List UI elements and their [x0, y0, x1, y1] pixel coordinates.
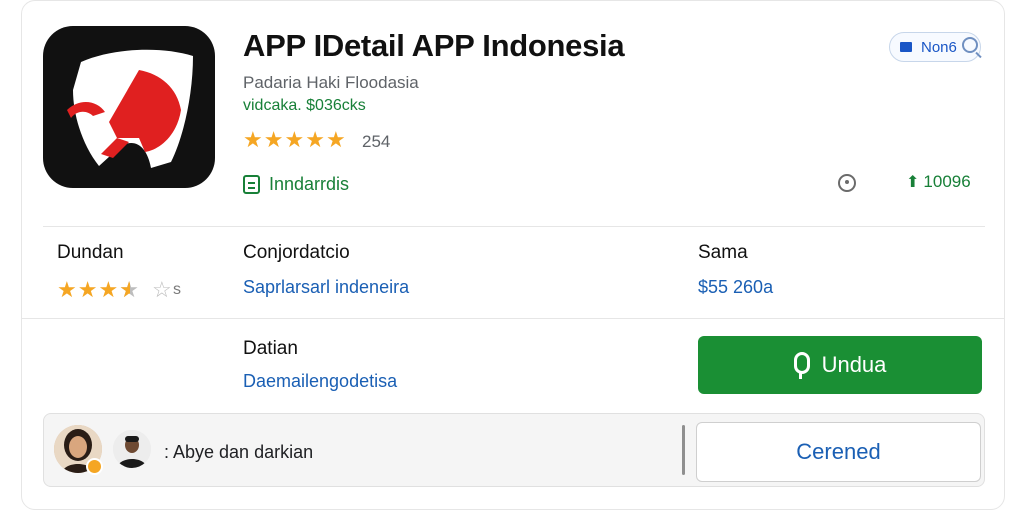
divider — [21, 318, 1005, 319]
detail-link-2[interactable]: Saprlarsarl indeneira — [243, 277, 409, 298]
wishlist-button[interactable]: Non6 — [889, 32, 981, 62]
divider — [43, 226, 985, 227]
comment-text: : Abye dan darkian — [164, 442, 314, 462]
cancel-button[interactable]: Cerened — [696, 422, 981, 482]
info-icon[interactable] — [838, 174, 856, 192]
app-rating-stars: ★ ★ ★ ★ ★ — [243, 129, 347, 151]
download-arrow-icon: ⬆ — [906, 174, 920, 191]
detail-label-1: Dundan — [57, 242, 124, 263]
downloads-count: ⬆ 10096 — [906, 172, 971, 192]
detail-label-4: Datian — [243, 338, 298, 359]
star-icon: ★ — [57, 277, 77, 302]
star-icon: ★ — [243, 127, 263, 152]
star-icon: ★ — [325, 127, 346, 152]
app-title: APP IDetail APP Indonesia — [243, 28, 625, 63]
install-button[interactable]: Undua — [698, 336, 982, 394]
rating-count: 254 — [362, 132, 391, 151]
mic-icon — [793, 352, 810, 379]
category-tag[interactable]: Inndarrdis — [243, 174, 349, 195]
star-icon: ★ — [284, 127, 305, 152]
star-icon: ★ — [98, 277, 119, 302]
developer-name[interactable]: Padaria Haki Floodasia — [243, 73, 419, 93]
star-icon: ★ — [77, 277, 98, 302]
developer-subtitle: vidcaka. $036cks — [243, 97, 366, 114]
badge-icon — [86, 458, 103, 475]
empty-star-icon: ☆ — [151, 277, 172, 302]
detail-rating-stars: ★ ★ ★ ★ ★ ☆ — [57, 279, 173, 301]
app-logo-icon — [43, 26, 215, 188]
category-label: Inndarrdis — [269, 174, 350, 194]
price-value: $55 260a — [698, 277, 774, 297]
install-label: Undua — [821, 352, 887, 377]
search-icon — [962, 37, 978, 53]
detail-label-2: Conjordatcio — [243, 242, 350, 263]
star-icon: ★ — [305, 127, 325, 152]
scrollbar[interactable] — [682, 425, 685, 475]
half-star-icon: ★ ★ — [119, 277, 139, 302]
detail-rating-count: s — [173, 281, 181, 298]
avatar[interactable] — [113, 430, 151, 468]
detail-label-3: Sama — [698, 242, 748, 263]
wishlist-label: Non6 — [921, 38, 957, 56]
downloads-value: 10096 — [923, 172, 971, 191]
detail-link-4[interactable]: Daemailengodetisa — [243, 371, 397, 392]
book-icon — [243, 175, 260, 194]
bookmark-icon — [900, 42, 912, 52]
star-icon: ★ — [263, 127, 284, 152]
